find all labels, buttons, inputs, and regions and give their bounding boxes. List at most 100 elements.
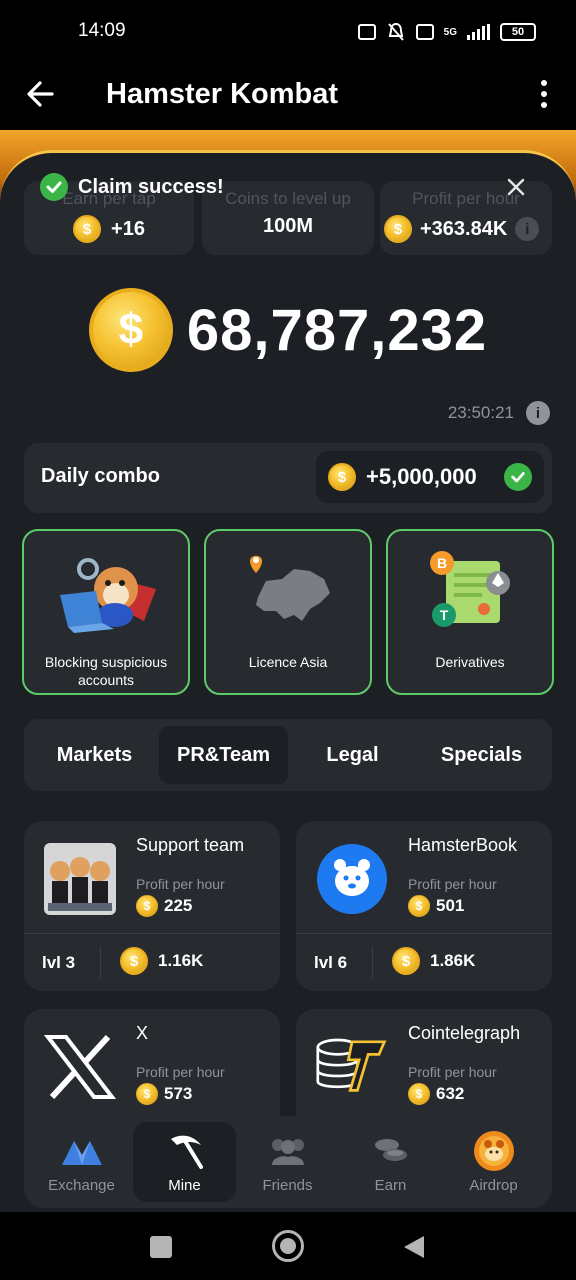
system-nav-bar xyxy=(0,1212,576,1280)
nav-label: Exchange xyxy=(48,1176,115,1194)
coin-icon: $ xyxy=(120,947,148,975)
upgrade-name: HamsterBook xyxy=(408,835,518,855)
back-triangle-icon[interactable] xyxy=(402,1234,426,1260)
crypto-document-icon: B T xyxy=(430,551,510,627)
tab-pr-team[interactable]: PR&Team xyxy=(159,726,288,784)
check-circle-icon xyxy=(40,173,68,201)
x-logo-icon xyxy=(44,1034,116,1100)
more-options-button[interactable] xyxy=(538,74,550,114)
combo-card[interactable]: Licence Asia xyxy=(204,529,372,695)
nav-label: Mine xyxy=(168,1176,201,1194)
coin-icon: $ xyxy=(408,1083,430,1105)
volte-icon xyxy=(415,24,434,40)
check-circle-icon xyxy=(504,463,532,491)
combo-card-label: Blocking suspicious accounts xyxy=(44,654,168,688)
app-bar: Hamster Kombat xyxy=(0,62,576,130)
nav-friends[interactable]: Friends xyxy=(236,1122,339,1202)
upgrade-level: lvl 6 xyxy=(314,953,348,972)
nav-label: Earn xyxy=(374,1176,407,1194)
balance-display: $ 68,787,232 xyxy=(0,285,576,375)
combo-card[interactable]: B T Derivatives xyxy=(386,529,554,695)
profit-label: Profit per hour xyxy=(136,1064,225,1080)
daily-combo-reward: $ +5,000,000 xyxy=(316,451,544,503)
upgrade-cost: 1.16K xyxy=(158,951,204,970)
upgrade-card-hamsterbook[interactable]: HamsterBook Profit per hour $ 501 lvl 6 … xyxy=(296,821,552,991)
main-panel: Earn per tap $ +16 Coins to level up 100… xyxy=(0,150,576,1212)
upgrade-level: lvl 3 xyxy=(42,953,76,972)
profit-value: 225 xyxy=(164,896,193,915)
hamsterbook-icon xyxy=(317,844,387,914)
coin-icon: $ xyxy=(392,947,420,975)
category-tabs: Markets PR&Team Legal Specials xyxy=(24,719,552,791)
nav-mine[interactable]: Mine xyxy=(133,1122,236,1202)
nav-label: Friends xyxy=(262,1176,313,1194)
combo-card-label: Licence Asia xyxy=(248,654,328,670)
upgrade-name: X xyxy=(136,1023,149,1043)
toast-message: Claim success! xyxy=(78,175,224,198)
combo-timer: 23:50:21 i xyxy=(448,401,550,425)
timer-value: 23:50:21 xyxy=(447,403,514,422)
upgrade-card-support-team[interactable]: Support team Profit per hour $ 225 lvl 3… xyxy=(24,821,280,991)
profit-value-row: $ 225 xyxy=(136,895,192,917)
back-button[interactable] xyxy=(22,74,62,114)
exchange-icon xyxy=(60,1131,104,1171)
battery-icon: 50 xyxy=(500,23,536,41)
coin-icon: $ xyxy=(136,1083,158,1105)
stat-value-row: $ +16 xyxy=(24,215,194,243)
status-bar: 14:09 5G 50 xyxy=(0,0,576,62)
upgrade-cost-row: $ 1.86K xyxy=(392,947,475,975)
tab-specials[interactable]: Specials xyxy=(417,726,546,784)
profit-label: Profit per hour xyxy=(408,876,497,892)
coin-icon: $ xyxy=(73,215,102,243)
divider xyxy=(100,947,101,979)
balance-value: 68,787,232 xyxy=(186,297,488,363)
info-icon[interactable]: i xyxy=(526,401,550,425)
hamster-laptop-icon xyxy=(60,558,156,633)
home-button[interactable] xyxy=(272,1230,304,1262)
friends-icon xyxy=(266,1131,310,1171)
profit-label: Profit per hour xyxy=(408,1064,497,1080)
toast-close-button[interactable] xyxy=(504,175,528,199)
status-icons: 5G 50 xyxy=(357,22,536,42)
combo-card[interactable]: Blocking suspicious accounts xyxy=(22,529,190,695)
divider xyxy=(296,933,552,934)
arrow-left-icon xyxy=(27,81,54,107)
nfc-icon xyxy=(357,24,376,40)
svg-text:T: T xyxy=(440,607,449,623)
svg-text:B: B xyxy=(437,555,447,571)
stat-value: +16 xyxy=(111,217,145,240)
nav-exchange[interactable]: Exchange xyxy=(30,1122,133,1202)
upgrade-cost-row: $ 1.16K xyxy=(120,947,203,975)
stat-value-row: $ +363.84K i xyxy=(380,215,552,243)
signal-icon xyxy=(467,24,490,40)
nav-airdrop[interactable]: Airdrop xyxy=(442,1122,545,1202)
stat-value: 100M xyxy=(262,215,314,237)
daily-combo-value: +5,000,000 xyxy=(366,464,477,489)
close-icon xyxy=(507,178,525,196)
nav-earn[interactable]: Earn xyxy=(339,1122,442,1202)
asia-map-icon xyxy=(250,555,330,621)
coin-icon: $ xyxy=(408,895,430,917)
app-title: Hamster Kombat xyxy=(106,78,339,110)
stat-value: +363.84K xyxy=(420,217,508,240)
stat-value-row: 100M xyxy=(202,215,374,238)
more-dot xyxy=(541,80,547,86)
profit-value: 632 xyxy=(436,1084,465,1103)
tab-legal[interactable]: Legal xyxy=(288,726,417,784)
info-icon[interactable]: i xyxy=(515,217,540,241)
support-team-icon xyxy=(44,843,116,915)
bottom-nav: Exchange Mine Friends Earn Airdrop xyxy=(24,1116,552,1208)
nav-label: Airdrop xyxy=(469,1176,518,1194)
profit-value-row: $ 501 xyxy=(408,895,464,917)
coin-icon: $ xyxy=(328,463,356,491)
airdrop-icon xyxy=(472,1130,516,1171)
tab-markets[interactable]: Markets xyxy=(30,726,159,784)
mute-bell-icon xyxy=(387,22,404,41)
daily-combo-bar[interactable]: Daily combo $ +5,000,000 xyxy=(24,443,552,513)
status-time: 14:09 xyxy=(78,20,126,41)
claim-toast: Claim success! xyxy=(26,165,550,209)
upgrade-name: Support team xyxy=(136,835,245,855)
upgrade-cost: 1.86K xyxy=(430,951,476,970)
recents-button[interactable] xyxy=(150,1236,172,1258)
pickaxe-icon xyxy=(163,1131,207,1171)
